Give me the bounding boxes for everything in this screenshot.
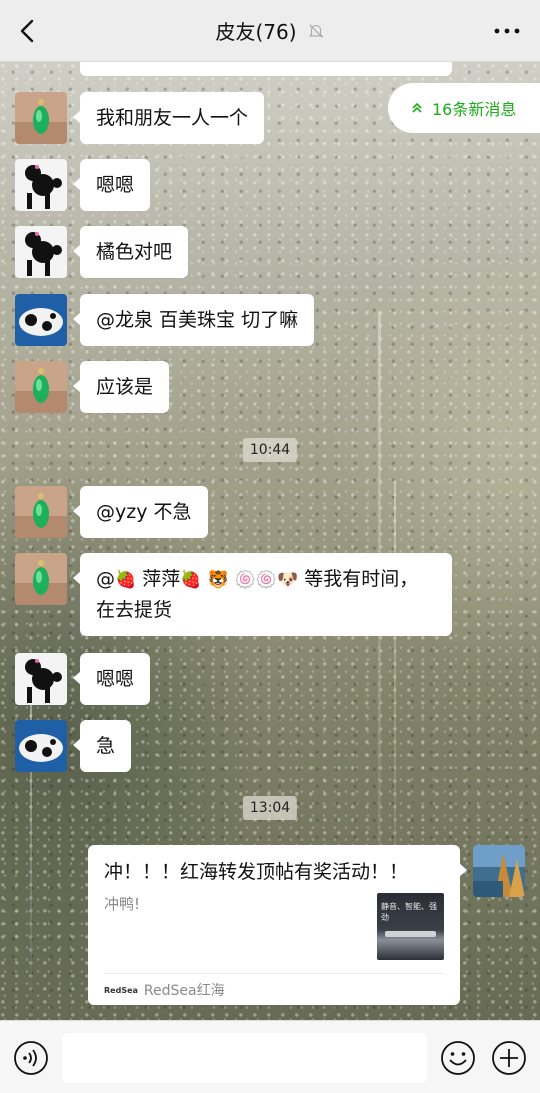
avatar-jade[interactable] (15, 92, 67, 144)
avatar-self[interactable] (473, 845, 525, 897)
timestamp: 13:04 (242, 796, 298, 820)
thumbnail-text: 静音、智能、强劲 (381, 902, 437, 922)
dog-icon: 🐶 (277, 570, 299, 590)
timestamp: 10:44 (242, 438, 298, 462)
double-chevron-up-icon (412, 102, 422, 113)
mention-name: 萍萍 (136, 568, 181, 590)
avatar-jade[interactable] (15, 486, 67, 538)
message-input[interactable] (62, 1033, 427, 1083)
shared-link-card[interactable]: 冲！！！红海转发顶帖有奖活动！！ 冲鸭! 静音、智能、强劲 RedSea Red… (88, 845, 467, 1005)
emoji-icon[interactable] (440, 1040, 476, 1076)
message-bubble[interactable]: @🍓 萍萍🍓 🐯 🍥🍥🐶 等我有时间，在去提货 (73, 553, 452, 636)
new-messages-button[interactable]: 16条新消息 (388, 83, 540, 133)
avatar-poodle[interactable] (15, 159, 67, 211)
card-source: RedSea RedSea红海 (104, 973, 444, 1000)
chat-title[interactable]: 皮友(76) (215, 16, 296, 45)
message-bubble[interactable]: 嗯嗯 (72, 653, 151, 705)
avatar-jade[interactable] (15, 553, 67, 605)
message-bubble[interactable]: 应该是 (72, 361, 170, 413)
new-messages-label: 16条新消息 (432, 100, 517, 119)
back-icon[interactable] (14, 16, 44, 46)
chat-header: 皮友(76) (0, 0, 540, 62)
redsea-logo-icon: RedSea (104, 985, 138, 995)
tiger-icon: 🐯 (207, 570, 229, 590)
avatar-poodle[interactable] (15, 653, 67, 705)
message-bubble[interactable]: 橘色对吧 (72, 226, 189, 278)
strawberry-icon: 🍓 (115, 570, 137, 590)
avatar-cow-fish[interactable] (15, 720, 67, 772)
message-bubble[interactable]: @yzy 不急 (73, 486, 208, 538)
card-title: 冲！！！红海转发顶帖有奖活动！！ (104, 861, 409, 883)
message-bubble[interactable]: 急 (72, 720, 132, 772)
message-bubble[interactable]: 嗯嗯 (72, 159, 151, 211)
mention-text: @ (96, 568, 115, 590)
candy-icon: 🍥🍥 (234, 570, 277, 590)
plus-icon[interactable] (491, 1040, 527, 1076)
avatar-cow-fish[interactable] (15, 294, 67, 346)
avatar-jade[interactable] (15, 361, 67, 413)
card-thumbnail: 静音、智能、强劲 (377, 893, 444, 960)
message-bubble[interactable]: @龙泉 百美珠宝 切了嘛 (72, 294, 315, 346)
card-source-name: RedSea红海 (143, 983, 225, 999)
input-bar (0, 1020, 540, 1093)
previous-message-bubble (80, 62, 452, 76)
message-bubble[interactable]: 我和朋友一人一个 (72, 92, 265, 144)
strawberry-icon: 🍓 (180, 570, 202, 590)
more-options-icon[interactable] (492, 20, 522, 42)
voice-icon[interactable] (13, 1040, 49, 1076)
avatar-poodle[interactable] (15, 226, 67, 278)
bell-off-icon (308, 23, 323, 38)
